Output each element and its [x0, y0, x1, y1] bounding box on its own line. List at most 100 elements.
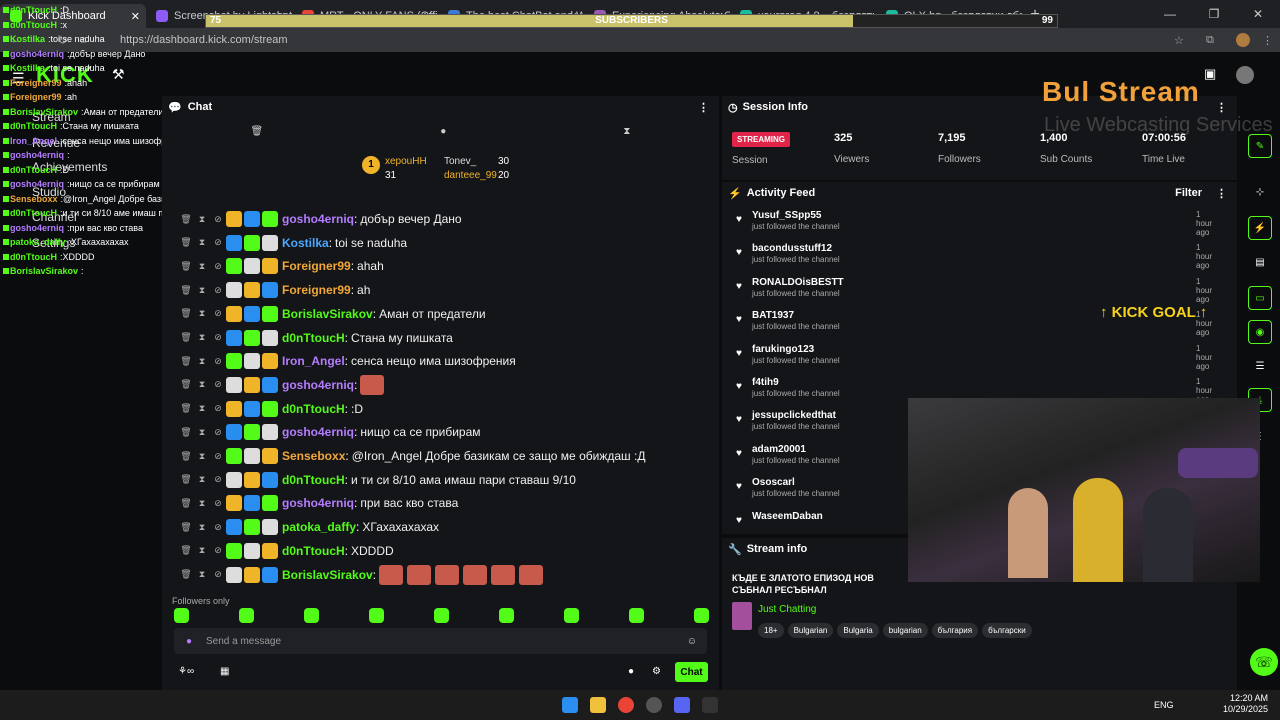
timeout-icon[interactable]: ⧗ — [194, 474, 210, 485]
bookmark-star-icon[interactable]: ☆ — [1174, 34, 1184, 47]
stream-tag[interactable]: 18+ — [758, 623, 784, 638]
emote-icon[interactable] — [174, 608, 189, 623]
ban-icon[interactable]: ⊘ — [210, 214, 226, 225]
bolt-icon[interactable]: ⚡ — [1248, 216, 1272, 240]
chat-username[interactable]: d0nTtoucH — [282, 544, 345, 558]
crop-icon[interactable]: ⊹ — [1248, 180, 1272, 204]
trash-icon[interactable]: 🗑 — [178, 261, 194, 272]
timeout-icon[interactable]: ⧗ — [194, 403, 210, 414]
stream-tag[interactable]: Bulgaria — [837, 623, 879, 638]
emote-icon[interactable] — [629, 608, 644, 623]
ban-icon[interactable]: ⊘ — [210, 474, 226, 485]
ban-icon[interactable]: ⊘ — [210, 261, 226, 272]
trash-icon[interactable]: 🗑 — [178, 403, 194, 414]
chat-username[interactable]: d0nTtoucH — [282, 473, 345, 487]
chat-username[interactable]: gosho4erniq — [282, 425, 354, 439]
ban-icon[interactable]: ⊘ — [210, 522, 226, 533]
ban-icon[interactable]: ⊘ — [210, 427, 226, 438]
emote-icon[interactable] — [499, 608, 514, 623]
chat-username[interactable]: Foreigner99 — [282, 283, 351, 297]
timeout-icon[interactable]: ⧗ — [194, 308, 210, 319]
points-icon[interactable]: ⚘∞ — [178, 666, 194, 677]
windows-start-icon[interactable] — [562, 697, 578, 713]
trash-icon[interactable]: 🗑 — [251, 126, 264, 137]
chat-username[interactable]: BorislavSirakov — [282, 568, 373, 582]
timeout-icon[interactable]: ⧗ — [194, 427, 210, 438]
ban-icon[interactable]: ⊘ — [210, 356, 226, 367]
trash-icon[interactable]: 🗑 — [178, 237, 194, 248]
chat-username[interactable]: gosho4erniq — [282, 378, 354, 392]
camera-icon[interactable]: ▣ — [1204, 66, 1216, 82]
extensions-icon[interactable]: ⧉ — [1206, 34, 1214, 47]
timeout-icon[interactable]: ⧗ — [194, 545, 210, 556]
user-avatar[interactable] — [1236, 66, 1254, 84]
chat-username[interactable]: gosho4erniq — [282, 496, 354, 510]
timeout-icon[interactable]: ⧗ — [194, 237, 210, 248]
ban-icon[interactable]: ⊘ — [210, 237, 226, 248]
timeout-icon[interactable]: ⧗ — [194, 332, 210, 343]
category-name[interactable]: Just Chatting — [758, 604, 816, 615]
edit-icon[interactable]: ✎ — [1248, 134, 1272, 158]
trash-icon[interactable]: 🗑 — [178, 285, 194, 296]
minimize-icon[interactable]: — — [1148, 0, 1192, 28]
profile-avatar[interactable] — [1236, 33, 1250, 47]
discord-icon[interactable] — [674, 697, 690, 713]
emote-icon[interactable] — [564, 608, 579, 623]
obs-icon[interactable] — [646, 697, 662, 713]
trash-icon[interactable]: 🗑 — [178, 498, 194, 509]
chat-username[interactable]: Foreigner99 — [282, 259, 351, 273]
trash-icon[interactable]: 🗑 — [178, 545, 194, 556]
emote-icon[interactable] — [434, 608, 449, 623]
chat-username[interactable]: gosho4erniq — [282, 212, 354, 226]
timeout-icon[interactable]: ⧗ — [194, 498, 210, 509]
trash-icon[interactable]: 🗑 — [178, 522, 194, 533]
system-clock[interactable]: 12:20 AM 10/29/2025 — [1223, 693, 1268, 715]
file-explorer-icon[interactable] — [590, 697, 606, 713]
stack-icon[interactable]: ☰ — [1248, 354, 1272, 378]
timeout-icon[interactable]: ⧗ — [194, 214, 210, 225]
trash-icon[interactable]: 🗑 — [178, 379, 194, 390]
trash-icon[interactable]: 🗑 — [178, 332, 194, 343]
maximize-icon[interactable]: ❐ — [1192, 0, 1236, 28]
trash-icon[interactable]: 🗑 — [178, 451, 194, 462]
stream-tag[interactable]: Bulgarian — [787, 623, 834, 638]
chat-username[interactable]: Kostilka — [282, 236, 329, 250]
ban-icon[interactable]: ⊘ — [210, 498, 226, 509]
chat-username[interactable]: Senseboxx — [282, 449, 345, 463]
session-menu-icon[interactable]: ⋮ — [1216, 101, 1227, 114]
shop-icon[interactable]: ▦ — [220, 666, 229, 677]
emote-icon[interactable] — [239, 608, 254, 623]
timeout-icon[interactable]: ⧗ — [194, 379, 210, 390]
chat-message-input[interactable]: ● Send a message ☺ — [174, 628, 707, 654]
ban-icon[interactable]: ⊘ — [210, 379, 226, 390]
settings-gear-icon[interactable]: ⚙ — [652, 666, 661, 677]
timeout-icon[interactable]: ⧗ — [194, 522, 210, 533]
trash-icon[interactable]: 🗑 — [178, 356, 194, 367]
timeout-icon[interactable]: ⧗ — [194, 285, 210, 296]
trash-icon[interactable]: 🗑 — [178, 569, 194, 580]
activity-menu-icon[interactable]: ⋮ — [1216, 187, 1227, 200]
trash-icon[interactable]: 🗑 — [178, 474, 194, 485]
trash-icon[interactable]: 🗑 — [178, 427, 194, 438]
browser-menu-icon[interactable]: ⋮ — [1262, 34, 1273, 47]
terminal-icon[interactable] — [702, 697, 718, 713]
timeout-icon[interactable]: ⧗ — [194, 356, 210, 367]
chat-menu-icon[interactable]: ⋮ — [698, 101, 709, 114]
chat-username[interactable]: d0nTtoucH — [282, 402, 345, 416]
emote-icon[interactable] — [369, 608, 384, 623]
trash-icon[interactable]: 🗑 — [178, 308, 194, 319]
timeout-icon[interactable]: ⧗ — [194, 261, 210, 272]
emote-icon[interactable] — [304, 608, 319, 623]
ban-icon[interactable]: ⊘ — [210, 308, 226, 319]
chat-bubble-small-icon[interactable]: ● — [628, 666, 634, 677]
ban-icon[interactable]: ⊘ — [210, 332, 226, 343]
chat-username[interactable]: d0nTtoucH — [282, 331, 345, 345]
ban-icon[interactable]: ⊘ — [210, 285, 226, 296]
chat-username[interactable]: BorislavSirakov — [282, 307, 373, 321]
ban-icon[interactable]: ⊘ — [210, 569, 226, 580]
timeout-icon[interactable]: ⧗ — [194, 451, 210, 462]
stream-tag[interactable]: български — [982, 623, 1032, 638]
support-icon[interactable]: ☏ — [1250, 648, 1278, 676]
stream-tag[interactable]: българия — [931, 623, 979, 638]
chat-icon[interactable]: ▭ — [1248, 286, 1272, 310]
